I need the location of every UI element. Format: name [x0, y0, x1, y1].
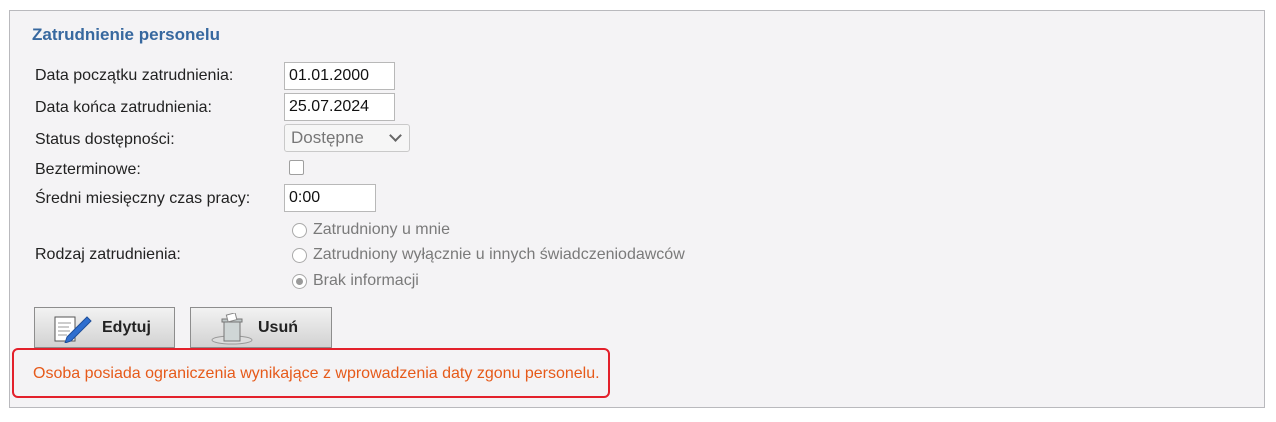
trash-can-icon — [209, 312, 255, 350]
delete-button[interactable]: Usuń — [190, 307, 332, 348]
radio-label: Zatrudniony wyłącznie u innych świadczen… — [313, 246, 685, 263]
start-date-label: Data początku zatrudnienia: — [35, 67, 234, 84]
availability-status-select[interactable]: Dostępne — [284, 124, 410, 152]
radio-button[interactable] — [292, 248, 307, 263]
availability-status-label: Status dostępności: — [35, 131, 175, 148]
edit-button[interactable]: Edytuj — [34, 307, 175, 348]
avg-monthly-hours-input[interactable]: 0:00 — [284, 184, 376, 212]
delete-button-label: Usuń — [258, 319, 298, 336]
start-date-input[interactable]: 01.01.2000 — [284, 62, 395, 90]
employment-panel: Zatrudnienie personelu Data początku zat… — [9, 10, 1265, 408]
end-date-input[interactable]: 25.07.2024 — [284, 93, 395, 121]
warning-alert-text: Osoba posiada ograniczenia wynikające z … — [33, 365, 600, 382]
radio-button-selected[interactable] — [292, 274, 307, 289]
indefinite-label: Bezterminowe: — [35, 161, 141, 178]
avg-monthly-hours-label: Średni miesięczny czas pracy: — [35, 190, 251, 207]
radio-label: Zatrudniony u mnie — [313, 221, 450, 238]
end-date-label: Data końca zatrudnienia: — [35, 99, 212, 116]
edit-button-label: Edytuj — [102, 319, 151, 336]
employment-type-label: Rodzaj zatrudnienia: — [35, 246, 181, 263]
radio-label: Brak informacji — [313, 272, 419, 289]
section-title: Zatrudnienie personelu — [32, 25, 220, 44]
indefinite-checkbox[interactable] — [289, 160, 304, 175]
availability-status-value: Dostępne — [291, 128, 364, 147]
warning-alert: Osoba posiada ograniczenia wynikające z … — [12, 348, 610, 398]
edit-pencil-icon — [53, 313, 93, 348]
radio-button[interactable] — [292, 223, 307, 238]
chevron-down-icon — [389, 129, 402, 142]
